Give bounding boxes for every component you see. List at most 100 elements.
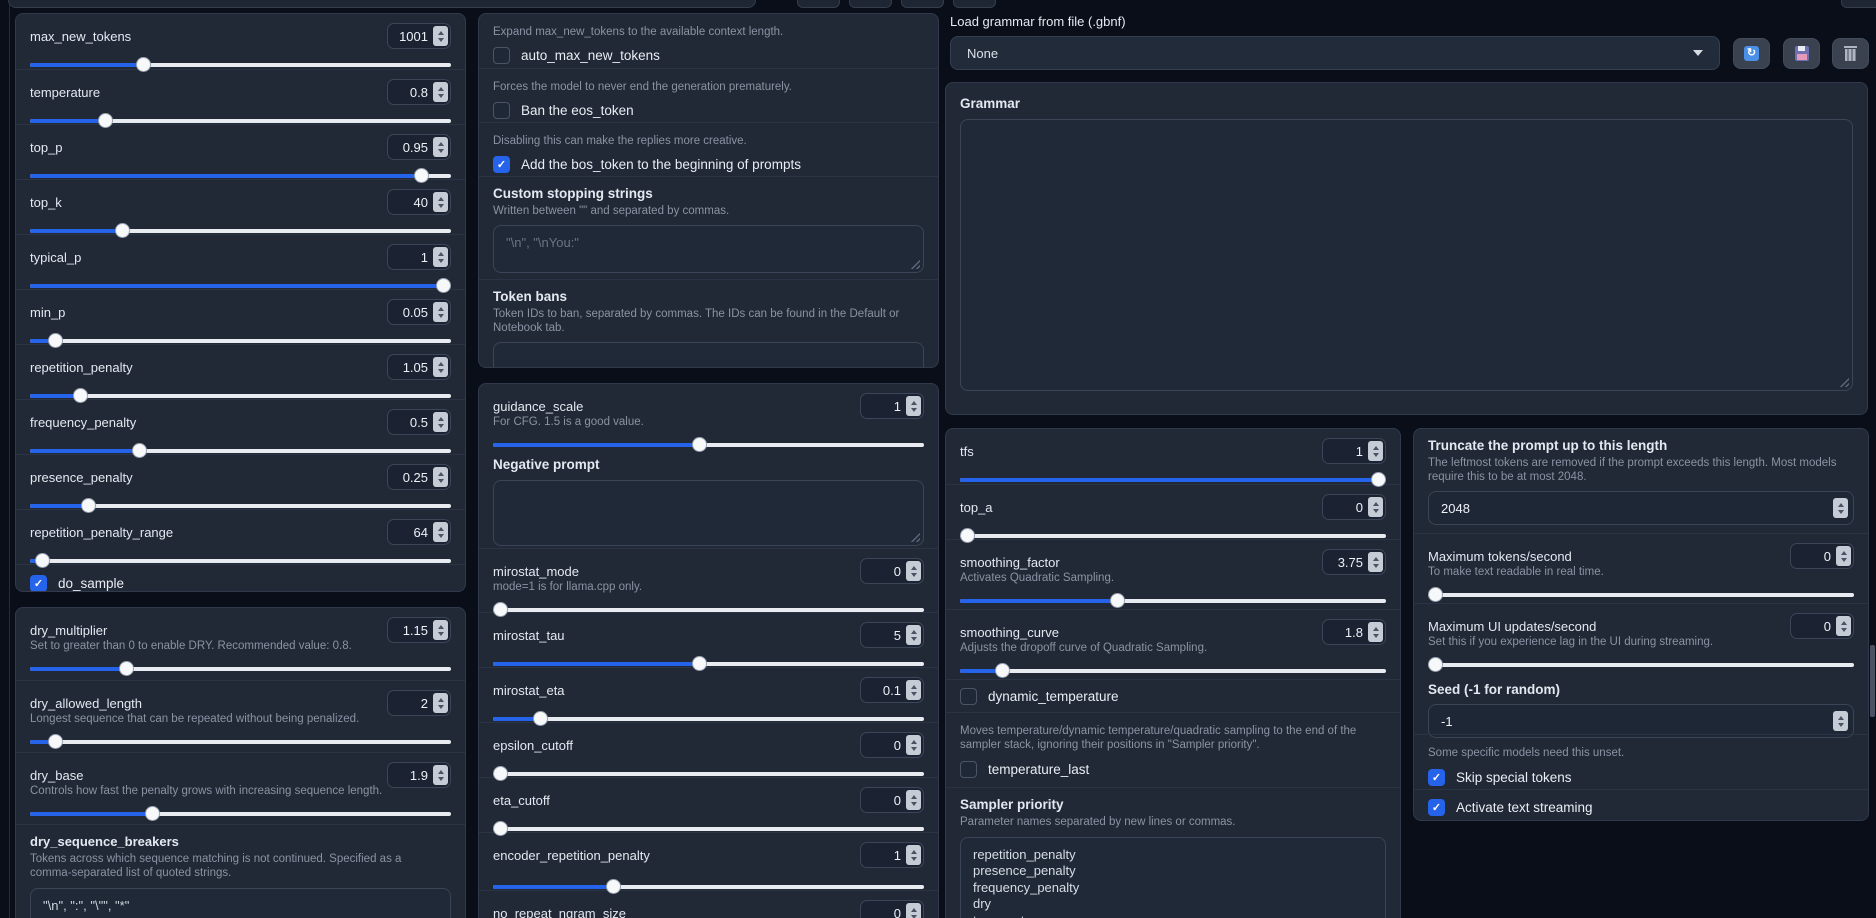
slider[interactable]	[30, 662, 451, 677]
spinner-icon[interactable]	[433, 137, 448, 157]
slider-thumb[interactable]	[132, 443, 147, 458]
spinner-icon[interactable]	[433, 247, 448, 267]
spinner-icon[interactable]	[1833, 498, 1848, 518]
slider[interactable]	[30, 334, 451, 349]
slider-thumb[interactable]	[692, 437, 707, 452]
number-input[interactable]: 1.9	[387, 762, 451, 788]
spinner-icon[interactable]	[1368, 552, 1383, 572]
number-input[interactable]: 1.15	[387, 617, 451, 643]
number-input[interactable]: 64	[387, 519, 451, 545]
slider[interactable]	[493, 822, 924, 837]
skip-special-tokens-checkbox[interactable]: ✓	[1428, 769, 1445, 786]
slider-thumb[interactable]	[119, 661, 134, 676]
spinner-icon[interactable]	[433, 302, 448, 322]
slider[interactable]	[493, 880, 924, 895]
slider-thumb[interactable]	[115, 223, 130, 238]
cutoff-button[interactable]	[849, 0, 892, 8]
cutoff-button[interactable]	[953, 0, 996, 8]
number-input[interactable]: 40	[387, 189, 451, 215]
cutoff-button[interactable]	[797, 0, 840, 8]
number-input[interactable]: 2	[387, 690, 451, 716]
spinner-icon[interactable]	[433, 765, 448, 785]
number-input[interactable]: 0	[860, 900, 924, 918]
spinner-icon[interactable]	[433, 467, 448, 487]
auto-max-new-tokens-checkbox[interactable]: ✓	[493, 47, 510, 64]
slider-thumb[interactable]	[692, 656, 707, 671]
number-input[interactable]: 0.8	[387, 79, 451, 105]
slider-thumb[interactable]	[48, 734, 63, 749]
slider[interactable]	[960, 529, 1386, 544]
spinner-icon[interactable]	[906, 561, 921, 581]
number-input[interactable]: 1.8	[1322, 619, 1386, 645]
spinner-icon[interactable]	[906, 625, 921, 645]
custom-stopping-strings-textarea[interactable]: "\n", "\nYou:"	[493, 225, 924, 273]
slider[interactable]	[30, 169, 451, 184]
number-input[interactable]: 1	[387, 244, 451, 270]
slider[interactable]	[493, 767, 924, 782]
slider[interactable]	[493, 657, 924, 672]
number-input[interactable]: 0.25	[387, 464, 451, 490]
do-sample-checkbox[interactable]: ✓	[30, 575, 47, 592]
spinner-icon[interactable]	[906, 680, 921, 700]
slider-thumb[interactable]	[35, 553, 50, 568]
spinner-icon[interactable]	[906, 845, 921, 865]
number-input[interactable]: 1.05	[387, 354, 451, 380]
spinner-icon[interactable]	[906, 790, 921, 810]
slider-thumb[interactable]	[145, 806, 160, 821]
dynamic-temperature-checkbox[interactable]: ✓	[960, 688, 977, 705]
cutoff-button[interactable]	[901, 0, 944, 8]
number-input[interactable]: 0.5	[387, 409, 451, 435]
slider[interactable]	[493, 603, 924, 618]
token-bans-textarea[interactable]	[493, 342, 924, 368]
slider-thumb[interactable]	[136, 57, 151, 72]
slider-thumb[interactable]	[436, 278, 451, 293]
number-input[interactable]: 0	[1322, 494, 1386, 520]
number-input[interactable]: 0	[860, 732, 924, 758]
spinner-icon[interactable]	[906, 903, 921, 918]
spinner-icon[interactable]	[1836, 546, 1851, 566]
number-input[interactable]: 1	[860, 393, 924, 419]
slider[interactable]	[30, 389, 451, 404]
number-input[interactable]: 1	[860, 842, 924, 868]
add-bos-token-checkbox[interactable]: ✓	[493, 156, 510, 173]
slider[interactable]	[30, 735, 451, 750]
spinner-icon[interactable]	[1368, 441, 1383, 461]
slider-thumb[interactable]	[533, 711, 548, 726]
spinner-icon[interactable]	[433, 412, 448, 432]
number-input[interactable]: 0	[860, 787, 924, 813]
number-input[interactable]: 0	[1790, 543, 1854, 569]
number-input[interactable]: 0.05	[387, 299, 451, 325]
slider[interactable]	[960, 473, 1386, 488]
number-input[interactable]: 0	[860, 558, 924, 584]
slider[interactable]	[1428, 658, 1854, 673]
temperature-last-checkbox[interactable]: ✓	[960, 761, 977, 778]
number-input[interactable]: 3.75	[1322, 549, 1386, 575]
slider-thumb[interactable]	[493, 766, 508, 781]
sampler-priority-textarea[interactable]: repetition_penalty presence_penalty freq…	[960, 837, 1386, 918]
spinner-icon[interactable]	[433, 82, 448, 102]
number-input[interactable]: 0.95	[387, 134, 451, 160]
scrollbar[interactable]	[1870, 645, 1875, 717]
slider-thumb[interactable]	[995, 663, 1010, 678]
slider[interactable]	[493, 438, 924, 453]
slider[interactable]	[30, 224, 451, 239]
slider-thumb[interactable]	[48, 333, 63, 348]
slider-thumb[interactable]	[414, 168, 429, 183]
slider[interactable]	[30, 499, 451, 514]
spinner-icon[interactable]	[433, 620, 448, 640]
spinner-icon[interactable]	[433, 357, 448, 377]
number-input[interactable]: 0.1	[860, 677, 924, 703]
spinner-icon[interactable]	[433, 192, 448, 212]
cutoff-input[interactable]	[8, 0, 756, 8]
number-input[interactable]: 1	[1322, 438, 1386, 464]
spinner-icon[interactable]	[906, 396, 921, 416]
spinner-icon[interactable]	[1368, 497, 1383, 517]
save-grammar-button[interactable]	[1783, 38, 1820, 69]
slider[interactable]	[30, 554, 451, 569]
activate-text-streaming-checkbox[interactable]: ✓	[1428, 799, 1445, 816]
spinner-icon[interactable]	[433, 26, 448, 46]
negative-prompt-textarea[interactable]	[493, 480, 924, 546]
slider-thumb[interactable]	[73, 388, 88, 403]
slider-thumb[interactable]	[1428, 657, 1443, 672]
slider-thumb[interactable]	[493, 602, 508, 617]
